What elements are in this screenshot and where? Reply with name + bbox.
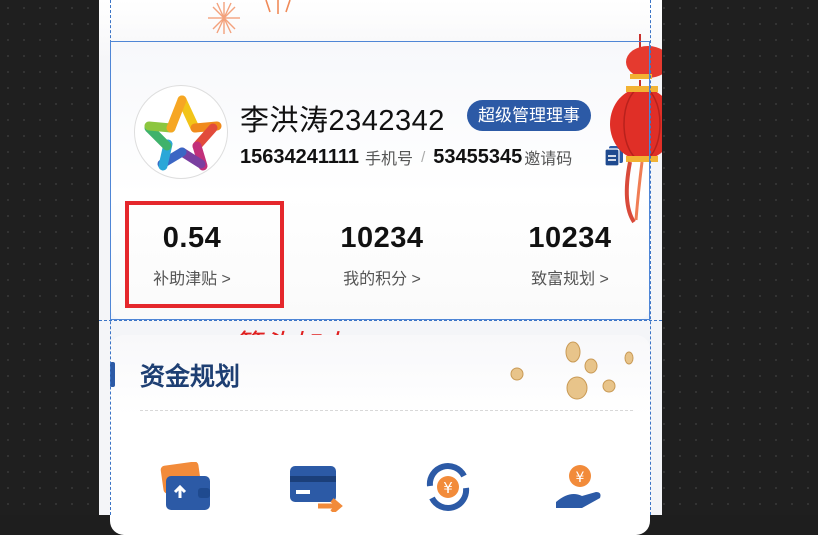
guide-line [650, 0, 651, 515]
card-transfer-icon[interactable] [288, 462, 344, 512]
firework-icon [208, 2, 240, 34]
wallet-icon[interactable] [158, 462, 214, 512]
guide-line [99, 320, 662, 321]
svg-text:¥: ¥ [576, 470, 585, 486]
coins-decoration-icon [510, 341, 634, 400]
hand-coin-icon[interactable]: ¥ [552, 462, 608, 512]
firework-small-icon [265, 0, 291, 14]
svg-text:¥: ¥ [443, 479, 453, 497]
selection-box [110, 41, 650, 320]
funds-divider [140, 410, 633, 411]
yuan-exchange-icon[interactable]: ¥ [420, 462, 476, 512]
funds-title: 资金规划 [140, 363, 241, 391]
